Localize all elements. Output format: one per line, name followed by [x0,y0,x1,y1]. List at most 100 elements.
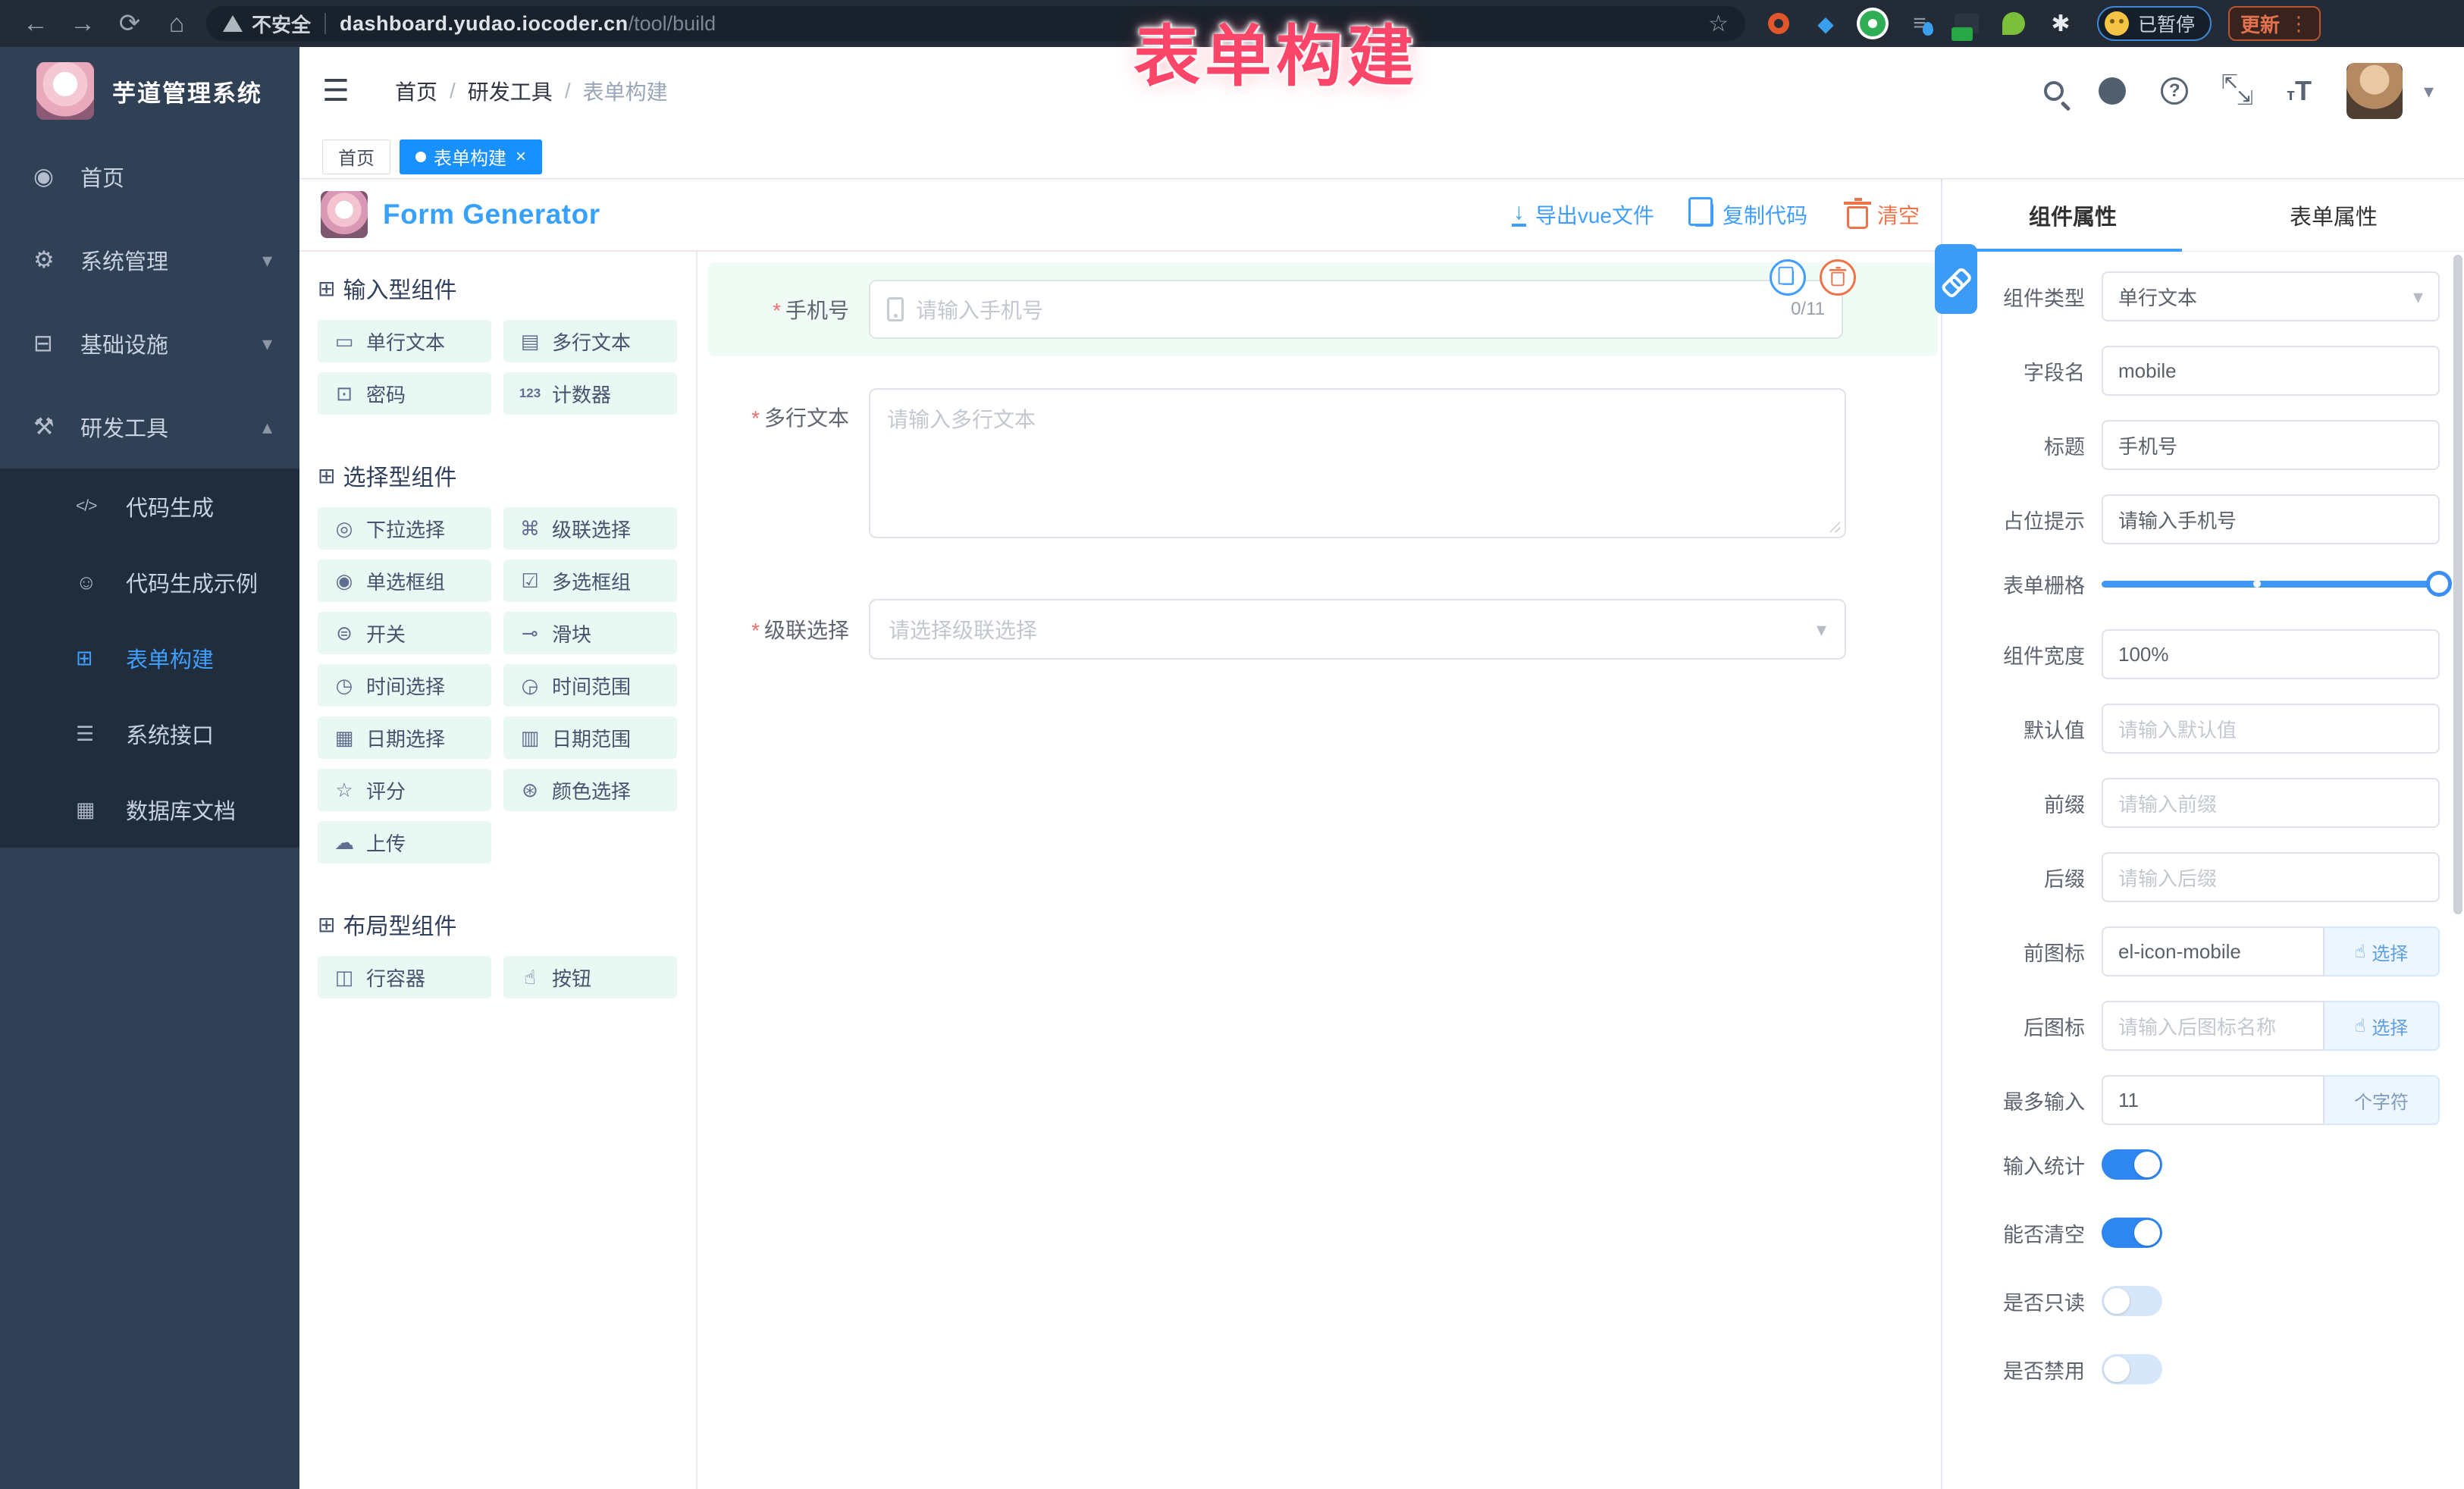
slider-handle[interactable] [2426,571,2452,597]
url-path[interactable]: /tool/build [629,12,716,36]
placeholder-input[interactable]: 请输入手机号 [2102,494,2440,544]
extension-bars-icon[interactable]: ≡ [1906,10,1933,37]
url-host[interactable]: dashboard.yudao.iocoder.cn [340,12,629,36]
suffix-icon-pick-button[interactable]: ☝ 选择 [2324,1001,2440,1051]
palette-item-button[interactable]: ☝按钮 [503,956,677,998]
form-grid-slider[interactable] [2102,569,2440,599]
palette-item-date-range[interactable]: ▥日期范围 [503,716,677,759]
slider-track[interactable] [2102,581,2440,588]
extension-ring-icon[interactable] [1765,10,1792,37]
show-count-toggle[interactable] [2102,1149,2162,1180]
duplicate-field-button[interactable] [1770,259,1806,296]
default-value-input[interactable]: 请输入默认值 [2102,704,2440,754]
palette-item-slider[interactable]: ⊸滑块 [503,612,677,654]
home-icon[interactable]: ⌂ [153,0,200,47]
export-vue-button[interactable]: ↓ 导出vue文件 [1512,199,1654,230]
field-name-input[interactable]: mobile [2102,346,2440,396]
palette-item-cascader[interactable]: ⌘级联选择 [503,507,677,550]
mobile-input[interactable]: 请输入手机号 0/11 [869,280,1843,339]
search-icon[interactable] [2044,81,2064,101]
cascader-select[interactable]: 请选择级联选择 ▾ [869,599,1846,660]
sidebar-item-codegen-demo[interactable]: ☺ 代码生成示例 [0,544,299,620]
sidebar-item-form-builder[interactable]: ⊞ 表单构建 [0,620,299,696]
clear-button[interactable]: 清空 [1847,199,1920,230]
sidebar-item-devtools[interactable]: ⚒ 研发工具 ▴ [0,385,299,469]
prefix-input[interactable]: 请输入前缀 [2102,778,2440,828]
max-length-input[interactable]: 11 [2102,1075,2324,1125]
fullscreen-icon[interactable] [2223,77,2252,105]
clearable-toggle[interactable] [2102,1218,2162,1248]
tab-form-props[interactable]: 表单属性 [2203,179,2464,251]
palette-item-single-text[interactable]: ▭单行文本 [318,320,491,362]
user-avatar[interactable] [2346,63,2403,119]
translate-float-button[interactable] [1935,244,1977,314]
extension-green-icon[interactable] [1859,10,1886,37]
hamburger-icon[interactable]: ☰ [322,74,368,108]
sidebar-item-system-api[interactable]: ☰ 系统接口 [0,696,299,772]
palette-item-color-picker[interactable]: ⊛颜色选择 [503,769,677,811]
sidebar-item-infra[interactable]: ⊟ 基础设施 ▾ [0,302,299,385]
prefix-icon-pick-button[interactable]: ☝ 选择 [2324,926,2440,976]
disabled-toggle[interactable] [2102,1354,2162,1384]
sidebar-item-system[interactable]: ⚙ 系统管理 ▾ [0,218,299,302]
bookmark-star-icon[interactable]: ☆ [1708,11,1729,37]
prefix-icon-input[interactable]: el-icon-mobile [2102,926,2324,976]
tag-home[interactable]: 首页 [322,139,390,174]
extension-gem-icon[interactable]: ◆ [1812,10,1839,37]
palette-item-rate[interactable]: ☆评分 [318,769,491,811]
palette-item-date-picker[interactable]: ▦日期选择 [318,716,491,759]
textarea-input[interactable]: 请输入多行文本 [869,388,1846,538]
palette-item-time-picker[interactable]: ◷时间选择 [318,664,491,707]
suffix-icon-input[interactable]: 请输入后图标名称 [2102,1001,2324,1051]
palette-item-select[interactable]: ◎下拉选择 [318,507,491,550]
sidebar-item-db-doc[interactable]: ▦ 数据库文档 [0,772,299,848]
extension-app-icon[interactable] [1953,10,1980,37]
sidebar-item-home[interactable]: ◉ 首页 [0,135,299,218]
copy-code-button[interactable]: 复制代码 [1694,199,1807,230]
paused-badge[interactable]: 已暂停 [2097,6,2212,41]
more-dots-icon[interactable]: ⋮ [2289,12,2309,36]
canvas-field-textarea[interactable]: 多行文本 请输入多行文本 [708,388,1941,538]
close-icon[interactable]: × [516,146,526,168]
scrollbar-thumb[interactable] [2453,255,2462,914]
active-tab-underline [1942,249,2182,252]
breadcrumb-home[interactable]: 首页 [395,76,437,106]
app-title: 芋道管理系统 [112,74,262,108]
canvas-field-mobile-selected[interactable]: 手机号 请输入手机号 0/11 [708,262,1938,356]
tag-form-builder[interactable]: 表单构建 × [400,139,542,174]
breadcrumb-devtools[interactable]: 研发工具 [468,76,553,106]
caret-down-icon[interactable]: ▾ [2424,80,2434,103]
canvas-field-cascader[interactable]: 级联选择 请选择级联选择 ▾ [708,599,1941,660]
palette-item-multi-text[interactable]: ▤多行文本 [503,320,677,362]
gear-icon: ⚙ [33,246,80,274]
update-button[interactable]: 更新 ⋮ [2228,6,2321,41]
readonly-toggle[interactable] [2102,1286,2162,1316]
palette-item-password[interactable]: ⊡密码 [318,372,491,415]
palette-item-checkbox-group[interactable]: ☑多选框组 [503,560,677,602]
palette-item-upload[interactable]: ☁上传 [318,821,491,864]
palette-item-radio-group[interactable]: ◉单选框组 [318,560,491,602]
forward-icon[interactable]: → [59,0,106,47]
sidebar-item-codegen[interactable]: </> 代码生成 [0,469,299,544]
sidebar-logo[interactable]: 芋道管理系统 [0,47,299,135]
tab-component-props[interactable]: 组件属性 [1942,179,2203,251]
delete-field-button[interactable] [1820,259,1856,296]
reload-icon[interactable]: ⟳ [106,0,153,47]
suffix-input[interactable]: 请输入后缀 [2102,852,2440,902]
security-label[interactable]: 不安全 [252,10,311,38]
palette-item-row-container[interactable]: ◫行容器 [318,956,491,998]
help-icon[interactable]: ? [2161,77,2188,105]
palette-item-counter[interactable]: 123计数器 [503,372,677,415]
title-input[interactable]: 手机号 [2102,420,2440,470]
github-icon[interactable] [2099,77,2126,105]
font-size-icon[interactable]: тT [2287,75,2312,107]
palette-item-switch[interactable]: ⊜开关 [318,612,491,654]
address-bar[interactable]: 不安全 dashboard.yudao.iocoder.cn /tool/bui… [206,6,1745,41]
extension-flower-icon[interactable]: ✱ [2047,10,2074,37]
back-icon[interactable]: ← [12,0,59,47]
width-input[interactable]: 100% [2102,629,2440,679]
extension-plant-icon[interactable] [2000,10,2027,37]
form-canvas[interactable]: 手机号 请输入手机号 0/11 多 [698,252,1941,1489]
component-type-select[interactable]: 单行文本 ▾ [2102,271,2440,321]
palette-item-time-range[interactable]: ◶时间范围 [503,664,677,707]
